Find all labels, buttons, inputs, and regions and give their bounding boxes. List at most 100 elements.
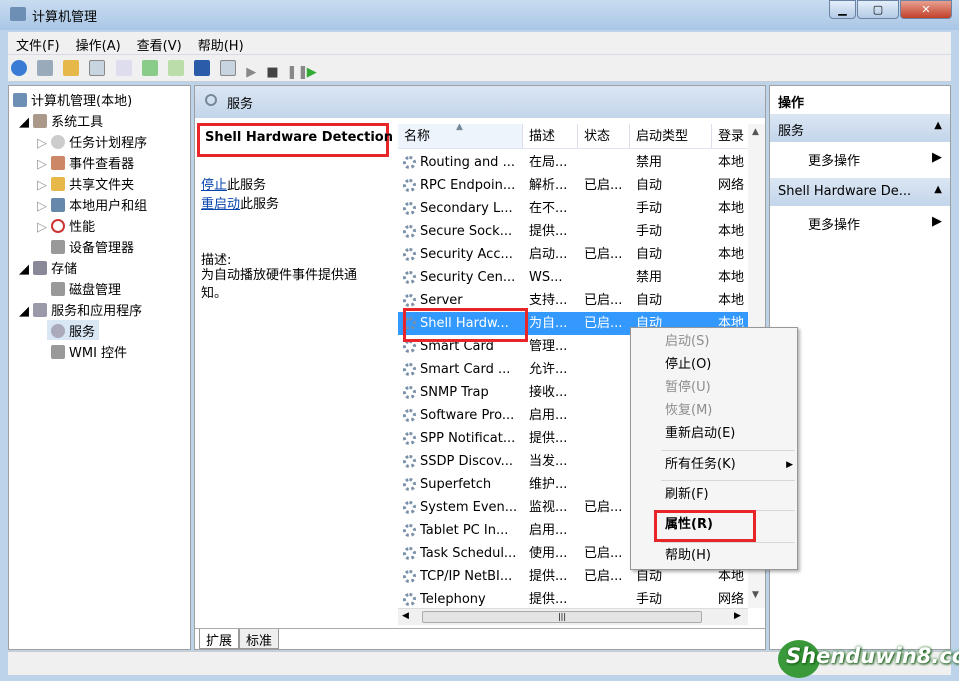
- service-name: Security Acc...: [420, 247, 513, 262]
- menu-separator: [661, 450, 795, 451]
- action-pane-icon[interactable]: [220, 60, 237, 76]
- column-name[interactable]: 名称 ▲: [398, 124, 523, 149]
- service-gear-icon: [403, 156, 416, 169]
- more-actions-services[interactable]: 更多操作 ▶: [770, 144, 950, 172]
- tree-item-event-viewer[interactable]: ▷ 事件查看器: [37, 153, 134, 173]
- restart-service-link[interactable]: 重启动: [201, 197, 240, 212]
- service-description: 在局...: [529, 155, 568, 170]
- help-icon[interactable]: [193, 60, 210, 76]
- refresh-icon[interactable]: [141, 60, 158, 76]
- restart-service-line: 重启动此服务: [201, 193, 279, 212]
- service-logon: 本地: [718, 247, 745, 262]
- tree-item-local-users[interactable]: ▷ 本地用户和组: [37, 195, 147, 215]
- more-actions-selected[interactable]: 更多操作 ▶: [770, 208, 950, 236]
- export-icon[interactable]: [167, 60, 184, 76]
- service-name: SNMP Trap: [420, 385, 489, 400]
- submenu-arrow-icon: ▶: [786, 460, 793, 470]
- column-status[interactable]: 状态: [578, 124, 630, 149]
- close-button[interactable]: ✕: [900, 0, 952, 19]
- description-text: 为自动播放硬件事件提供通知。: [201, 268, 358, 301]
- play-icon[interactable]: ▶: [246, 65, 256, 81]
- service-startup-type: 手动: [636, 201, 663, 216]
- service-description: 在不...: [529, 201, 568, 216]
- stop-service-link[interactable]: 停止: [201, 178, 227, 193]
- column-logon[interactable]: 登录: [712, 124, 748, 149]
- service-row[interactable]: Telephony 提供... 手动 网络: [398, 588, 748, 608]
- service-row[interactable]: Security Acc... 启动... 已启... 自动 本地: [398, 243, 748, 266]
- service-row[interactable]: Routing and ... 在局... 禁用 本地: [398, 151, 748, 174]
- restart-icon[interactable]: ▶: [307, 65, 317, 81]
- menu-file[interactable]: 文件(F): [8, 32, 68, 57]
- service-name: Secure Sock...: [420, 224, 513, 239]
- service-description: 提供...: [529, 592, 568, 607]
- gear-icon: [51, 324, 65, 338]
- actions-section-selected[interactable]: Shell Hardware De... ▲: [770, 178, 950, 206]
- tab-standard[interactable]: 标准: [239, 629, 280, 649]
- column-startup-type[interactable]: 启动类型: [630, 124, 712, 149]
- scroll-left-icon[interactable]: ◀: [402, 611, 409, 621]
- service-description: 为自...: [529, 316, 568, 331]
- tab-extended[interactable]: 扩展: [199, 629, 240, 649]
- menu-item-start[interactable]: 启动(S): [665, 331, 709, 353]
- service-status: 已启...: [584, 569, 623, 584]
- service-gear-icon: [403, 248, 416, 261]
- horizontal-scrollbar[interactable]: ◀ ||| ▶: [398, 608, 748, 625]
- minimize-button[interactable]: ▁: [829, 0, 856, 19]
- tree-item-shared-folders[interactable]: ▷ 共享文件夹: [37, 174, 134, 194]
- pause-icon[interactable]: ❚❚: [287, 65, 309, 81]
- tree-item-computer-management[interactable]: 计算机管理(本地): [13, 90, 132, 110]
- menu-view[interactable]: 查看(V): [129, 32, 190, 57]
- forward-icon[interactable]: [37, 60, 54, 76]
- tree-item-services[interactable]: 服务: [47, 320, 100, 340]
- tree-item-wmi[interactable]: WMI 控件: [51, 342, 127, 362]
- scroll-thumb[interactable]: |||: [422, 611, 702, 623]
- services-apps-icon: [33, 303, 48, 317]
- description-pane: Shell Hardware Detection 停止此服务 重启动此服务 描述…: [195, 118, 395, 628]
- stop-service-line: 停止此服务: [201, 174, 266, 193]
- menu-item-stop[interactable]: 停止(O): [665, 354, 711, 376]
- column-description[interactable]: 描述: [523, 124, 578, 149]
- collapse-icon[interactable]: ▲: [934, 184, 942, 195]
- menu-item-resume[interactable]: 恢复(M): [665, 400, 712, 422]
- more-actions-label: 更多操作: [808, 218, 861, 233]
- actions-section-services[interactable]: 服务 ▲: [770, 114, 950, 142]
- service-row[interactable]: RPC Endpoin... 解析... 已启... 自动 网络: [398, 174, 748, 197]
- menu-label: 所有任务(K): [665, 457, 736, 472]
- show-hide-tree-icon[interactable]: [89, 60, 106, 76]
- service-gear-icon: [403, 294, 416, 307]
- menu-action[interactable]: 操作(A): [68, 32, 129, 57]
- stop-suffix: 此服务: [227, 178, 267, 193]
- scroll-up-icon[interactable]: ▲: [752, 127, 759, 137]
- collapse-icon[interactable]: ▲: [934, 120, 942, 131]
- service-row[interactable]: Secondary L... 在不... 手动 本地: [398, 197, 748, 220]
- service-gear-icon: [403, 409, 416, 422]
- service-logon: 本地: [718, 155, 745, 170]
- tree-item-performance[interactable]: ▷ 性能: [37, 216, 95, 236]
- tree-item-system-tools[interactable]: ◢ 系统工具: [19, 111, 103, 131]
- maximize-button[interactable]: ▢: [857, 0, 899, 19]
- service-gear-icon: [403, 593, 416, 606]
- menu-item-all-tasks[interactable]: 所有任务(K) ▶: [665, 454, 793, 476]
- service-startup-type: 禁用: [636, 270, 663, 285]
- tree-item-task-scheduler[interactable]: ▷ 任务计划程序: [37, 132, 147, 152]
- properties-icon[interactable]: [115, 60, 132, 76]
- scroll-down-icon[interactable]: ▼: [752, 590, 759, 600]
- service-description: 接收...: [529, 385, 568, 400]
- menu-item-refresh[interactable]: 刷新(F): [665, 484, 709, 506]
- up-folder-icon[interactable]: [63, 60, 80, 76]
- service-startup-type: 自动: [636, 178, 663, 193]
- menu-item-pause[interactable]: 暂停(U): [665, 377, 711, 399]
- tree-item-disk-management[interactable]: 磁盘管理: [51, 279, 121, 299]
- service-row[interactable]: Security Cen... WS... 禁用 本地: [398, 266, 748, 289]
- tree-item-services-apps[interactable]: ◢ 服务和应用程序: [19, 300, 142, 320]
- tree-item-device-manager[interactable]: 设备管理器: [51, 237, 134, 257]
- back-icon[interactable]: [11, 60, 27, 76]
- service-row[interactable]: Secure Sock... 提供... 手动 本地: [398, 220, 748, 243]
- scroll-right-icon[interactable]: ▶: [734, 611, 741, 621]
- service-description: 解析...: [529, 178, 568, 193]
- menu-help[interactable]: 帮助(H): [190, 32, 252, 57]
- tree-item-storage[interactable]: ◢ 存储: [19, 258, 77, 278]
- menu-item-restart[interactable]: 重新启动(E): [665, 423, 735, 445]
- menu-item-help[interactable]: 帮助(H): [665, 545, 711, 567]
- stop-icon[interactable]: ■: [266, 65, 278, 81]
